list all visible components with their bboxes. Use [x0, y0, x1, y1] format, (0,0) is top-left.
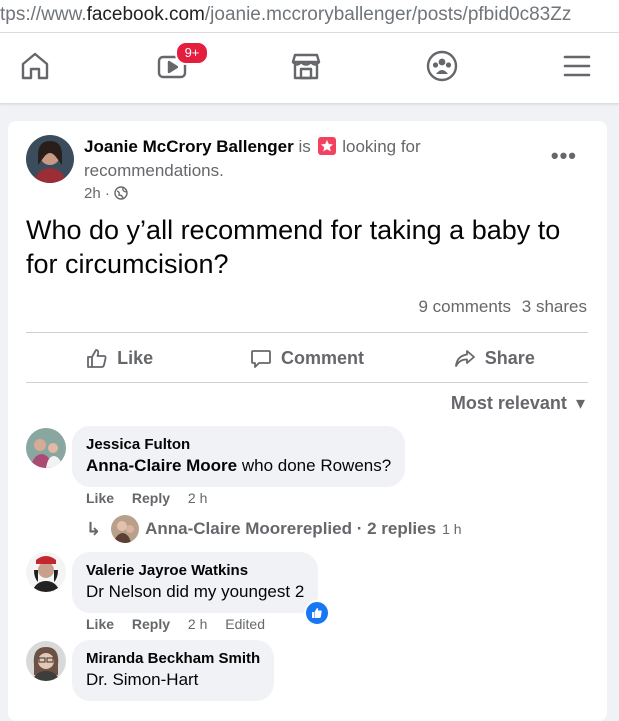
comment-text: Anna-Claire Moore who done Rowens? [86, 455, 391, 477]
divider-bottom [26, 382, 588, 383]
commenter-avatar[interactable] [26, 552, 66, 592]
replies-summary: replied · 2 replies [296, 519, 437, 538]
commenter-avatar[interactable] [26, 428, 66, 468]
meta-separator: · [104, 185, 110, 202]
top-navigation: 9+ [0, 33, 619, 104]
comment-label: Comment [280, 347, 364, 368]
sort-label: Most relevant [450, 393, 567, 413]
comment-bubble: Jessica Fulton Anna-Claire Moore who don… [72, 426, 406, 487]
comment-button[interactable]: Comment [213, 347, 400, 369]
replies-time: 1 h [442, 521, 462, 537]
like-icon [87, 349, 107, 368]
share-label: Share [484, 347, 535, 368]
comment-time[interactable]: 2 h [188, 616, 207, 632]
post-text: Who do y’all recommend for taking a baby… [26, 215, 561, 279]
menu-icon[interactable] [560, 49, 594, 83]
like-label: Like [117, 347, 154, 368]
url-path: /joanie.mccroryballenger/posts/pfbid0c83… [204, 4, 572, 25]
comment-author[interactable]: Jessica Fulton [86, 435, 391, 455]
comment-like-button[interactable]: Like [86, 616, 114, 632]
share-button[interactable]: Share [401, 347, 588, 369]
comment-time[interactable]: 2 h [188, 490, 207, 506]
comment-edited-label: Edited [225, 616, 265, 632]
globe-icon [114, 186, 128, 204]
post-time[interactable]: 2h [84, 185, 101, 202]
post-meta: 2h · [84, 185, 128, 204]
address-bar[interactable]: tps://www.facebook.com/joanie.mccrorybal… [0, 0, 619, 33]
comment-like-button[interactable]: Like [86, 490, 114, 506]
activity-star-icon [317, 137, 336, 155]
comments-count[interactable]: 9 comments [418, 297, 511, 316]
comment-bubble: Valerie Jayroe Watkins Dr Nelson did my … [72, 552, 319, 613]
url-host: facebook.com [86, 4, 205, 25]
author-name[interactable]: Joanie McCrory Ballenger [84, 137, 294, 156]
author-avatar[interactable] [26, 135, 74, 183]
engagement-counts: 9 comments 3 shares [418, 297, 587, 317]
comment-body: Dr Nelson did my youngest 2 [86, 582, 305, 601]
video-notification-badge: 9+ [175, 41, 209, 65]
like-button[interactable]: Like [26, 347, 213, 369]
video-icon[interactable]: 9+ [155, 41, 209, 83]
commenter-avatar[interactable] [26, 641, 66, 681]
comment-author[interactable]: Miranda Beckham Smith [86, 649, 260, 669]
comment-mention[interactable]: Anna-Claire Moore [86, 456, 237, 475]
comment-actions: Like Reply 2 h Edited [86, 616, 279, 632]
marketplace-icon[interactable] [289, 49, 323, 83]
shares-count[interactable]: 3 shares [522, 297, 587, 316]
post-actions: Like Comment Share [26, 333, 588, 383]
groups-icon[interactable] [425, 49, 459, 83]
replier-name: Anna-Claire Moore [145, 519, 297, 538]
reply-arrow-icon: ↳ [86, 518, 102, 539]
comment-reply-button[interactable]: Reply [132, 490, 170, 506]
view-replies-link[interactable]: ↳ Anna-Claire Moore replied · 2 replies … [86, 515, 462, 543]
comment-reply-button[interactable]: Reply [132, 616, 170, 632]
share-icon [454, 350, 475, 367]
comment-icon [251, 350, 271, 368]
url-prefix: tps://www. [0, 4, 87, 25]
chevron-down-icon: ▾ [575, 393, 585, 413]
post-header: Joanie McCrory Ballenger is looking for … [84, 135, 504, 183]
more-options-button[interactable]: ••• [551, 143, 577, 169]
home-icon[interactable] [18, 49, 52, 83]
post-card: Joanie McCrory Ballenger is looking for … [8, 121, 607, 721]
comment-author[interactable]: Valerie Jayroe Watkins [86, 561, 304, 581]
replier-avatar [111, 515, 140, 543]
comment-sort-dropdown[interactable]: Most relevant ▾ [451, 393, 585, 414]
comment-body: who done Rowens? [237, 456, 392, 475]
activity-prefix: is [298, 137, 311, 156]
like-reaction-icon[interactable] [304, 600, 330, 626]
comment-bubble: Miranda Beckham Smith Dr. Simon-Hart [72, 640, 275, 701]
comment-actions: Like Reply 2 h [86, 490, 221, 506]
